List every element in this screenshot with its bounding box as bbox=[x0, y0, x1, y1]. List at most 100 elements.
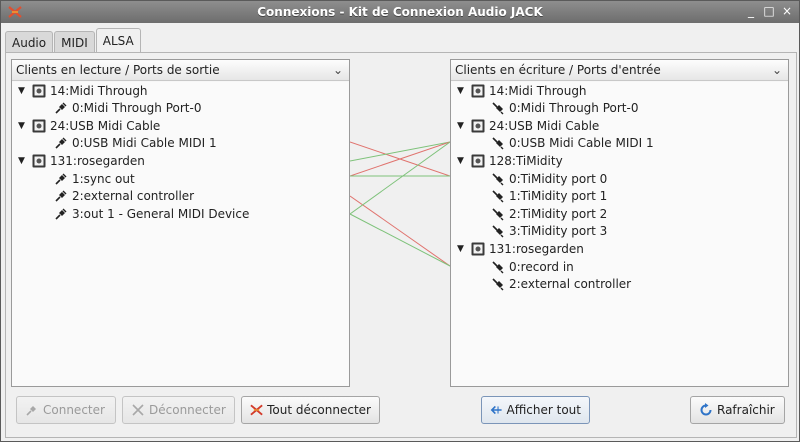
connection-line bbox=[350, 213, 450, 267]
connection-line bbox=[350, 141, 450, 215]
maximize-icon: □ bbox=[763, 4, 775, 18]
input-port-socket-icon bbox=[492, 173, 504, 186]
tree-port-row[interactable]: 2:external controller bbox=[491, 276, 631, 293]
minimize-icon: _ bbox=[748, 4, 754, 18]
input-port-socket-icon bbox=[492, 225, 504, 238]
disconnect-label: Déconnecter bbox=[149, 403, 226, 417]
expand-triangle-icon[interactable]: ▼ bbox=[457, 153, 469, 170]
tab-bar: Audio MIDI ALSA bbox=[5, 28, 142, 53]
client-name: 14:Midi Through bbox=[50, 84, 148, 98]
tree-port-row[interactable]: 3:TiMidity port 3 bbox=[491, 223, 607, 240]
port-name: 3:TiMidity port 3 bbox=[509, 224, 608, 238]
disconnect-all-button[interactable]: Tout déconnecter bbox=[241, 396, 380, 424]
client-icon bbox=[471, 84, 485, 98]
maximize-button[interactable]: □ bbox=[761, 3, 777, 19]
output-tree[interactable]: ▼ 14:Midi Through 0:Midi Through Port-0 ▼… bbox=[12, 82, 349, 386]
client-name: 24:USB Midi Cable bbox=[489, 119, 600, 133]
input-clients-panel: Clients en écriture / Ports d'entrée ⌄ ▼… bbox=[450, 59, 789, 387]
input-port-socket-icon bbox=[492, 208, 504, 221]
window-title: Connexions - Kit de Connexion Audio JACK bbox=[257, 5, 543, 19]
disconnect-all-label: Tout déconnecter bbox=[267, 403, 371, 417]
input-port-socket-icon bbox=[492, 261, 504, 274]
port-name: 1:TiMidity port 1 bbox=[509, 189, 608, 203]
disconnect-button[interactable]: Déconnecter bbox=[122, 396, 235, 424]
output-panel-header[interactable]: Clients en lecture / Ports de sortie ⌄ bbox=[12, 60, 349, 81]
tree-port-row[interactable]: 0:USB Midi Cable MIDI 1 bbox=[491, 135, 654, 152]
client-icon bbox=[32, 84, 46, 98]
port-name: 0:Midi Through Port-0 bbox=[509, 101, 639, 115]
port-name: 0:record in bbox=[509, 260, 574, 274]
port-name: 0:USB Midi Cable MIDI 1 bbox=[72, 136, 217, 150]
port-name: 2:TiMidity port 2 bbox=[509, 207, 608, 221]
expand-triangle-icon[interactable]: ▼ bbox=[457, 83, 469, 100]
tree-port-row[interactable]: 0:Midi Through Port-0 bbox=[491, 100, 638, 117]
tree-port-row[interactable]: 0:record in bbox=[491, 259, 574, 276]
expand-triangle-icon[interactable]: ▼ bbox=[457, 241, 469, 258]
tree-client-row[interactable]: ▼ 14:Midi Through bbox=[457, 83, 587, 100]
tree-client-row[interactable]: ▼ 14:Midi Through bbox=[18, 83, 148, 100]
chevron-down-icon[interactable]: ⌄ bbox=[772, 60, 782, 80]
tree-port-row[interactable]: 2:TiMidity port 2 bbox=[491, 206, 607, 223]
expand-triangle-icon[interactable]: ▼ bbox=[18, 118, 30, 135]
input-port-socket-icon bbox=[492, 137, 504, 150]
tree-port-row[interactable]: 1:TiMidity port 1 bbox=[491, 188, 607, 205]
tree-port-row[interactable]: 1:sync out bbox=[54, 171, 135, 188]
client-icon bbox=[471, 119, 485, 133]
tree-port-row[interactable]: 2:external controller bbox=[54, 188, 194, 205]
refresh-label: Rafraîchir bbox=[717, 403, 775, 417]
client-name: 14:Midi Through bbox=[489, 84, 587, 98]
tab-alsa[interactable]: ALSA bbox=[95, 28, 141, 53]
port-name: 0:Midi Through Port-0 bbox=[72, 101, 202, 115]
port-name: 3:out 1 - General MIDI Device bbox=[72, 207, 250, 221]
tree-port-row[interactable]: 0:Midi Through Port-0 bbox=[54, 100, 201, 117]
input-panel-header[interactable]: Clients en écriture / Ports d'entrée ⌄ bbox=[451, 60, 788, 81]
tree-port-row[interactable]: 0:USB Midi Cable MIDI 1 bbox=[54, 135, 217, 152]
tree-client-row[interactable]: ▼ 128:TiMidity bbox=[457, 153, 563, 170]
connect-icon bbox=[26, 406, 36, 416]
client-name: 131:rosegarden bbox=[489, 242, 584, 256]
input-port-socket-icon bbox=[492, 102, 504, 115]
chevron-down-icon[interactable]: ⌄ bbox=[333, 60, 343, 80]
tab-midi[interactable]: MIDI bbox=[54, 31, 95, 53]
output-clients-panel: Clients en lecture / Ports de sortie ⌄ ▼… bbox=[11, 59, 350, 387]
tree-client-row[interactable]: ▼ 24:USB Midi Cable bbox=[457, 118, 599, 135]
output-port-plug-icon bbox=[55, 208, 67, 220]
client-icon bbox=[32, 119, 46, 133]
expand-triangle-icon[interactable]: ▼ bbox=[18, 153, 30, 170]
client-name: 24:USB Midi Cable bbox=[50, 119, 161, 133]
close-icon: × bbox=[781, 4, 793, 18]
refresh-button[interactable]: Rafraîchir bbox=[690, 396, 785, 424]
client-name: 131:rosegarden bbox=[50, 154, 145, 168]
disconnect-icon bbox=[132, 404, 144, 416]
output-port-plug-icon bbox=[55, 190, 67, 202]
tree-port-row[interactable]: 3:out 1 - General MIDI Device bbox=[54, 206, 249, 223]
connection-line bbox=[350, 141, 450, 162]
client-icon bbox=[471, 242, 485, 256]
expand-triangle-icon[interactable]: ▼ bbox=[18, 83, 30, 100]
port-name: 0:TiMidity port 0 bbox=[509, 172, 608, 186]
output-panel-title: Clients en lecture / Ports de sortie bbox=[16, 63, 220, 77]
tab-audio[interactable]: Audio bbox=[5, 31, 54, 53]
tree-client-row[interactable]: ▼ 131:rosegarden bbox=[457, 241, 584, 258]
tree-client-row[interactable]: ▼ 24:USB Midi Cable bbox=[18, 118, 160, 135]
port-name: 1:sync out bbox=[72, 172, 135, 186]
input-port-socket-icon bbox=[492, 278, 504, 291]
connections-view[interactable] bbox=[350, 56, 450, 386]
expand-triangle-icon[interactable]: ▼ bbox=[457, 118, 469, 135]
client-icon bbox=[471, 154, 485, 168]
close-button[interactable]: × bbox=[779, 3, 795, 19]
port-name: 2:external controller bbox=[509, 277, 632, 291]
minimize-button[interactable]: _ bbox=[743, 3, 759, 19]
title-bar[interactable]: Connexions - Kit de Connexion Audio JACK… bbox=[1, 1, 799, 23]
connection-line bbox=[350, 195, 450, 267]
connect-button[interactable]: Connecter bbox=[16, 396, 116, 424]
input-tree[interactable]: ▼ 14:Midi Through 0:Midi Through Port-0 ▼… bbox=[451, 82, 788, 386]
input-panel-title: Clients en écriture / Ports d'entrée bbox=[455, 63, 661, 77]
port-name: 2:external controller bbox=[72, 189, 195, 203]
main-window: Connexions - Kit de Connexion Audio JACK… bbox=[0, 0, 800, 442]
disconnect-all-icon bbox=[250, 404, 263, 416]
tree-client-row[interactable]: ▼ 131:rosegarden bbox=[18, 153, 145, 170]
tree-port-row[interactable]: 0:TiMidity port 0 bbox=[491, 171, 607, 188]
show-all-icon bbox=[490, 405, 502, 415]
show-all-button[interactable]: Afficher tout bbox=[481, 396, 590, 424]
